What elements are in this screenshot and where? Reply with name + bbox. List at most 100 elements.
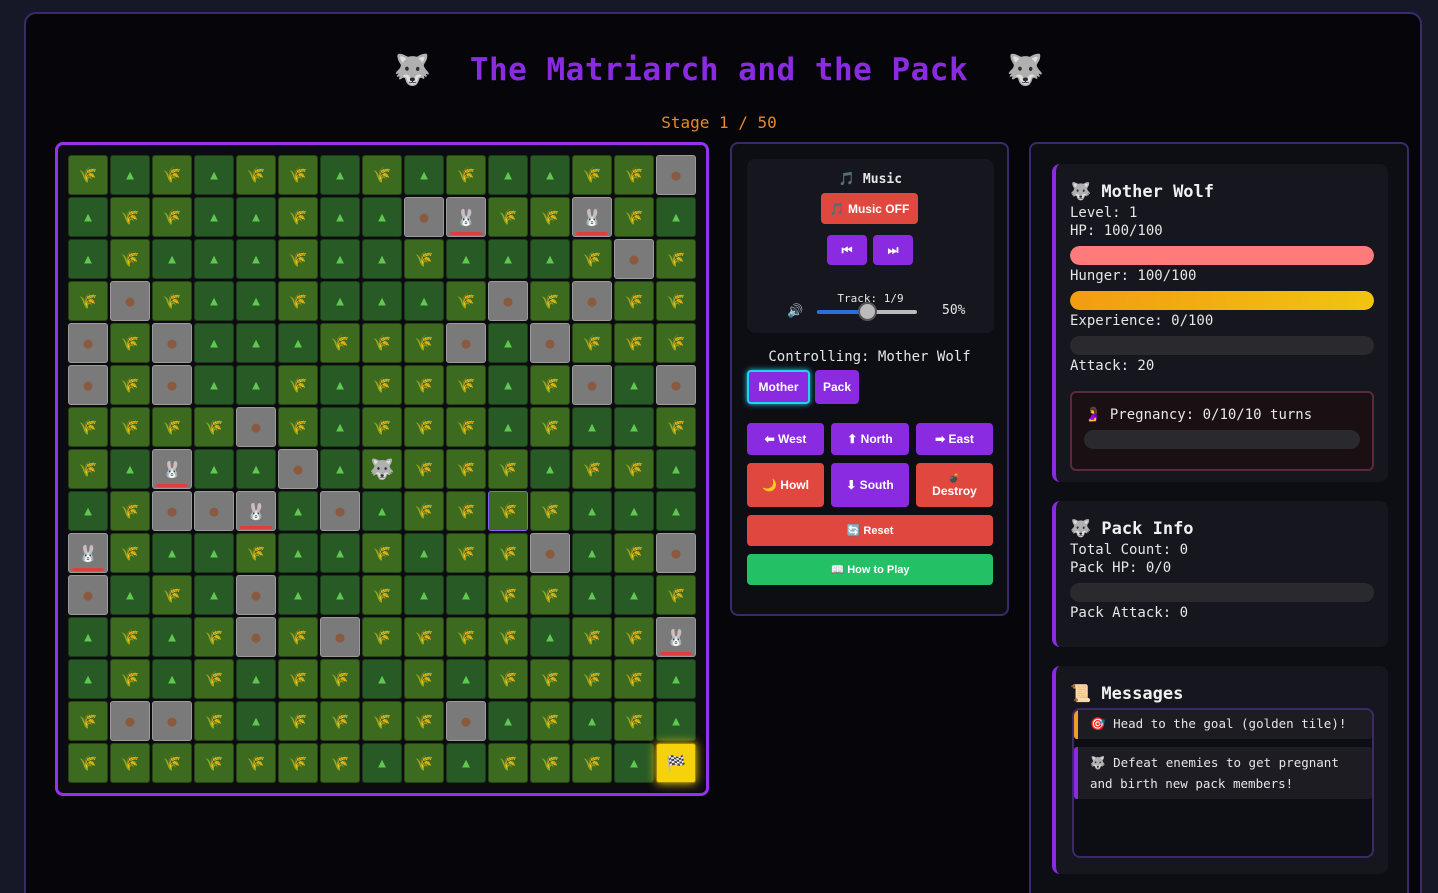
- board-cell-grass[interactable]: 🌾: [404, 407, 444, 447]
- board-cell-grass[interactable]: 🌾: [320, 701, 360, 741]
- board-cell-grass[interactable]: 🌾: [404, 617, 444, 657]
- volume-slider[interactable]: [817, 302, 917, 321]
- board-cell-tree[interactable]: ▲: [488, 701, 528, 741]
- board-cell-grass[interactable]: 🌾: [446, 617, 486, 657]
- board-cell-tree[interactable]: ▲: [320, 407, 360, 447]
- board-cell-grass[interactable]: 🌾: [362, 533, 402, 573]
- board-cell-grass[interactable]: 🌾: [530, 365, 570, 405]
- board-cell-tree[interactable]: ▲: [68, 617, 108, 657]
- board-cell-grass[interactable]: 🌾: [68, 155, 108, 195]
- board-cell-grass[interactable]: 🌾: [572, 659, 612, 699]
- board-cell-rock[interactable]: ●: [194, 491, 234, 531]
- board-cell-rock[interactable]: ●: [110, 281, 150, 321]
- board-cell-tree[interactable]: ▲: [404, 533, 444, 573]
- board-cell-grass[interactable]: 🌾: [488, 575, 528, 615]
- board-cell-rabbit[interactable]: 🐰: [656, 617, 696, 657]
- board-cell-tree[interactable]: ▲: [68, 239, 108, 279]
- board-cell-tree[interactable]: ▲: [68, 491, 108, 531]
- board-cell-tree[interactable]: ▲: [320, 239, 360, 279]
- board-cell-tree[interactable]: ▲: [614, 365, 654, 405]
- destroy-button[interactable]: 💣 Destroy: [916, 463, 993, 507]
- board-cell-tree[interactable]: ▲: [152, 239, 192, 279]
- board-cell-grass[interactable]: 🌾: [614, 701, 654, 741]
- board-cell-tree[interactable]: ▲: [656, 197, 696, 237]
- board-cell-tree[interactable]: ▲: [68, 659, 108, 699]
- board-cell-tree[interactable]: ▲: [236, 659, 276, 699]
- board-cell-grass[interactable]: 🌾: [530, 197, 570, 237]
- board-cell-rabbit[interactable]: 🐰: [152, 449, 192, 489]
- board-cell-grass[interactable]: 🌾: [446, 281, 486, 321]
- music-toggle-button[interactable]: 🎵 Music OFF: [821, 193, 918, 224]
- board-cell-rock[interactable]: ●: [152, 491, 192, 531]
- board-cell-tree[interactable]: ▲: [362, 659, 402, 699]
- board-cell-grass[interactable]: 🌾: [110, 239, 150, 279]
- board-cell-grass[interactable]: 🌾: [572, 323, 612, 363]
- board-cell-grass[interactable]: 🌾: [446, 449, 486, 489]
- board-cell-rabbit[interactable]: 🐰: [446, 197, 486, 237]
- board-cell-tree[interactable]: ▲: [446, 239, 486, 279]
- board-cell-rock[interactable]: ●: [446, 323, 486, 363]
- board-cell-grass[interactable]: 🌾: [404, 239, 444, 279]
- board-cell-rabbit[interactable]: 🐰: [572, 197, 612, 237]
- board-cell-grass[interactable]: 🌾: [110, 491, 150, 531]
- board-cell-grass[interactable]: 🌾: [362, 323, 402, 363]
- board-cell-grass[interactable]: 🌾: [194, 701, 234, 741]
- board-cell-tree[interactable]: ▲: [236, 239, 276, 279]
- board-cell-tree[interactable]: ▲: [320, 449, 360, 489]
- next-track-button[interactable]: ⏭: [873, 235, 913, 265]
- board-cell-rock[interactable]: ●: [236, 617, 276, 657]
- board-cell-grass[interactable]: 🌾: [656, 239, 696, 279]
- board-cell-grass[interactable]: 🌾: [614, 281, 654, 321]
- mother-select-button[interactable]: Mother: [747, 370, 810, 404]
- board-cell-rock[interactable]: ●: [656, 533, 696, 573]
- board-cell-grass[interactable]: 🌾: [194, 407, 234, 447]
- board-cell-tree[interactable]: ▲: [572, 407, 612, 447]
- board-cell-tree[interactable]: ▲: [530, 617, 570, 657]
- board-cell-tree[interactable]: ▲: [194, 323, 234, 363]
- board-cell-grass[interactable]: 🌾: [404, 323, 444, 363]
- board-cell-grass[interactable]: 🌾: [110, 617, 150, 657]
- board-cell-grass[interactable]: 🌾: [488, 197, 528, 237]
- board-cell-grass[interactable]: 🌾: [404, 659, 444, 699]
- board-cell-grass[interactable]: 🌾: [152, 155, 192, 195]
- board-cell-grass[interactable]: 🌾: [656, 281, 696, 321]
- board-cell-grass[interactable]: 🌾: [68, 281, 108, 321]
- board-cell-tree[interactable]: ▲: [614, 575, 654, 615]
- pack-select-button[interactable]: Pack: [815, 370, 859, 404]
- board-cell-tree[interactable]: ▲: [194, 575, 234, 615]
- board-cell-grass[interactable]: 🌾: [362, 365, 402, 405]
- board-cell-grass[interactable]: 🌾: [152, 743, 192, 783]
- board-cell-rock[interactable]: ●: [236, 407, 276, 447]
- board-cell-grass[interactable]: 🌾: [362, 617, 402, 657]
- board-cell-grass[interactable]: 🌾: [194, 659, 234, 699]
- board-cell-tree[interactable]: ▲: [194, 365, 234, 405]
- board-cell-tree[interactable]: ▲: [320, 365, 360, 405]
- board-cell-tree[interactable]: ▲: [236, 449, 276, 489]
- board-cell-tree[interactable]: ▲: [614, 491, 654, 531]
- board-cell-tree[interactable]: ▲: [236, 323, 276, 363]
- board-cell-rock[interactable]: ●: [278, 449, 318, 489]
- board-cell-tree[interactable]: ▲: [278, 491, 318, 531]
- board-cell-rock[interactable]: ●: [404, 197, 444, 237]
- board-cell-grass[interactable]: 🌾: [614, 659, 654, 699]
- board-cell-grass[interactable]: 🌾: [362, 155, 402, 195]
- north-button[interactable]: ⬆ North: [831, 423, 909, 455]
- board-cell-grass[interactable]: 🌾: [152, 407, 192, 447]
- board-cell-rock[interactable]: ●: [236, 575, 276, 615]
- board-cell-rabbit[interactable]: 🐰: [68, 533, 108, 573]
- message-log[interactable]: 🎯 Head to the goal (golden tile)! 🐺 Defe…: [1072, 708, 1374, 858]
- board-cell-tree[interactable]: ▲: [320, 197, 360, 237]
- board-cell-grass[interactable]: 🌾: [278, 365, 318, 405]
- board-cell-mother-wolf[interactable]: 🐺: [362, 449, 402, 489]
- board-cell-grass[interactable]: 🌾: [110, 407, 150, 447]
- board-cell-grass[interactable]: 🌾: [110, 743, 150, 783]
- board-cell-grass[interactable]: 🌾: [572, 617, 612, 657]
- board-cell-tree[interactable]: ▲: [110, 449, 150, 489]
- board-cell-grass[interactable]: 🌾: [278, 197, 318, 237]
- board-cell-grass[interactable]: 🌾: [278, 743, 318, 783]
- board-cell-grass[interactable]: 🌾: [656, 407, 696, 447]
- board-cell-grass[interactable]: 🌾: [530, 575, 570, 615]
- board-cell-tree[interactable]: ▲: [488, 407, 528, 447]
- board-cell-grass[interactable]: 🌾: [656, 323, 696, 363]
- board-cell-grass[interactable]: 🌾: [278, 659, 318, 699]
